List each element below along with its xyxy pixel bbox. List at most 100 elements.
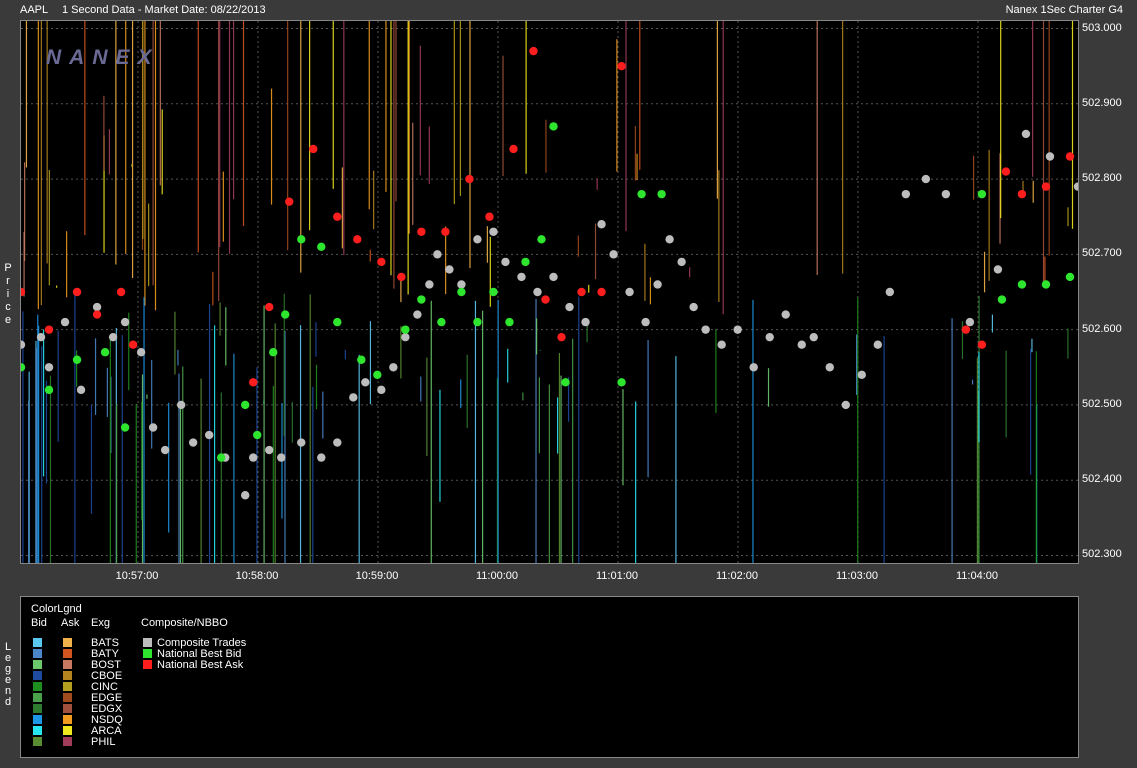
series-point <box>565 302 574 312</box>
x-tick-label: 10:58:00 <box>235 570 279 582</box>
series-point <box>128 340 138 349</box>
series-point <box>92 310 102 319</box>
legend-ask-swatch <box>63 693 72 702</box>
series-point <box>265 302 274 312</box>
legend-col-bid: Bid <box>31 617 47 629</box>
legend-ask-swatch <box>63 726 72 735</box>
series-point <box>841 400 850 410</box>
series-point <box>965 317 975 327</box>
legend-composite-swatch <box>143 649 152 658</box>
legend-bid-swatch <box>33 638 42 647</box>
chart-description: 1 Second Data - Market Date: 08/22/2013 <box>62 4 266 16</box>
y-tick-label: 503.000 <box>1082 21 1122 34</box>
series-point <box>249 453 258 462</box>
legend-bid-swatch <box>33 715 42 724</box>
legend-bid-swatch <box>33 660 42 669</box>
legend-col-ask: Ask <box>61 617 80 629</box>
series-point <box>285 197 294 206</box>
legend-panel: ColorLgnd Bid Ask Exg Composite/NBBO BAT… <box>20 596 1079 758</box>
series-point <box>116 287 126 297</box>
y-tick-label: 502.900 <box>1082 96 1122 109</box>
series-point <box>204 430 214 440</box>
series-point <box>677 257 686 267</box>
series-point <box>317 242 326 252</box>
series-point <box>521 257 530 267</box>
legend-exchange-name: PHIL <box>91 736 116 748</box>
series-point <box>92 302 102 312</box>
x-tick-label: 11:02:00 <box>715 570 759 582</box>
series-point <box>473 317 482 327</box>
legend-ask-swatch <box>63 649 72 658</box>
series-point <box>941 189 951 199</box>
series-point <box>465 174 474 184</box>
series-point <box>216 453 226 462</box>
y-tick-label: 502.400 <box>1082 473 1122 486</box>
x-tick-label: 11:01:00 <box>595 570 639 582</box>
series-point <box>361 378 370 387</box>
legend-bid-swatch <box>33 737 42 746</box>
series-point <box>401 332 410 342</box>
series-point <box>485 212 494 221</box>
legend-bid-swatch <box>33 649 42 658</box>
x-tick-label: 10:59:00 <box>355 570 399 582</box>
series-point <box>977 340 987 349</box>
series-point <box>333 317 342 327</box>
legend-col-exg: Exg <box>91 617 110 629</box>
x-tick-label: 11:03:00 <box>835 570 879 582</box>
series-point <box>1065 272 1075 282</box>
chart-svg[interactable] <box>21 21 1078 563</box>
legend-ask-swatch <box>63 660 72 669</box>
series-point <box>441 227 450 236</box>
legend-bid-swatch <box>33 682 42 691</box>
legend-composite-name: National Best Ask <box>157 659 244 671</box>
series-point <box>489 287 498 297</box>
series-point <box>541 295 550 304</box>
series-point <box>176 400 186 410</box>
series-point <box>1041 280 1051 289</box>
series-point <box>445 265 454 274</box>
y-axis: 503.000 502.900 502.800 502.700 502.600 502.5… <box>1078 20 1137 562</box>
series-point <box>509 144 518 154</box>
series-point <box>857 370 866 380</box>
series-point <box>349 393 358 402</box>
legend-title: ColorLgnd <box>31 603 82 615</box>
series-point <box>425 280 434 289</box>
series-point <box>557 332 566 342</box>
x-tick-label: 11:00:00 <box>475 570 519 582</box>
series-point <box>537 235 546 244</box>
series-point <box>297 438 306 447</box>
series-point <box>609 250 618 259</box>
series-point <box>253 430 262 440</box>
series-point <box>665 235 674 244</box>
series-point <box>72 287 82 297</box>
y-tick-label: 502.300 <box>1082 548 1122 561</box>
series-point <box>617 378 626 387</box>
series-point <box>377 257 386 267</box>
legend-ask-swatch <box>63 715 72 724</box>
legend-col-composite: Composite/NBBO <box>141 617 228 629</box>
price-chart[interactable]: NANEX <box>20 20 1079 564</box>
series-point <box>689 302 698 312</box>
legend-ask-swatch <box>63 682 72 691</box>
series-point <box>333 438 342 447</box>
series-point <box>617 61 626 71</box>
series-point <box>108 332 118 342</box>
y-tick-label: 502.600 <box>1082 322 1122 335</box>
series-point <box>265 445 274 455</box>
legend-ask-swatch <box>63 737 72 746</box>
series-point <box>1001 167 1011 176</box>
series-point <box>517 272 526 282</box>
series-point <box>241 491 250 500</box>
series-point <box>353 235 362 244</box>
series-point <box>977 189 987 199</box>
series-point <box>473 235 482 244</box>
series-point <box>1021 129 1031 139</box>
series-point <box>120 423 130 432</box>
series-point <box>993 265 1003 274</box>
series-point <box>533 287 542 297</box>
series-point <box>581 317 590 327</box>
series-point <box>357 355 366 364</box>
series-point <box>21 363 26 372</box>
series-point <box>901 189 911 199</box>
series-point <box>549 272 558 282</box>
